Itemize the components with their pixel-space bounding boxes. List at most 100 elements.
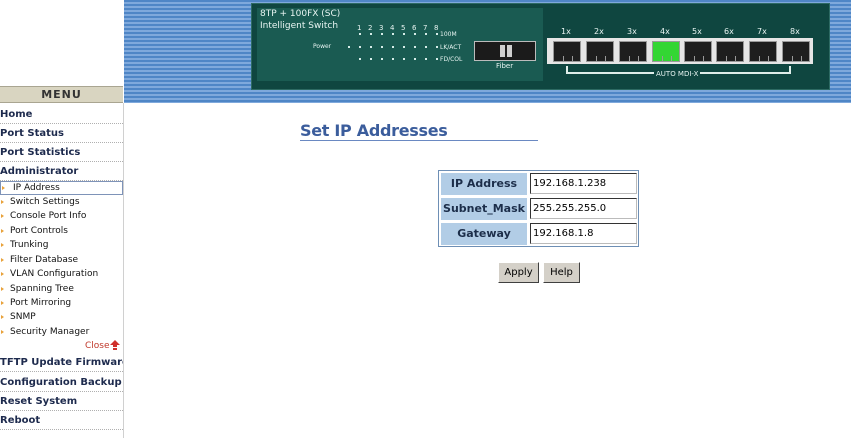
- bullet-icon: [1, 301, 4, 305]
- gateway-label: Gateway: [441, 223, 527, 245]
- status-led: [425, 46, 427, 48]
- ip-settings-form: IP Address Subnet_Mask Gateway: [438, 170, 639, 247]
- sidebar-subitem-label: Filter Database: [10, 255, 79, 265]
- sidebar-subitem-filter-database[interactable]: Filter Database: [0, 253, 123, 267]
- port-1[interactable]: [553, 41, 581, 62]
- led-number: 8: [434, 24, 439, 32]
- status-led: [392, 46, 394, 48]
- port-5[interactable]: [684, 41, 712, 62]
- sidebar-subitem-label: Switch Settings: [10, 197, 80, 207]
- help-button[interactable]: Help: [543, 262, 580, 283]
- sidebar-item-port-statistics[interactable]: Port Statistics: [0, 144, 123, 162]
- bullet-icon: [1, 272, 4, 276]
- sidebar-divider: [123, 103, 124, 438]
- port-label: 2x: [594, 27, 604, 36]
- status-led: [414, 46, 416, 48]
- status-led: [403, 46, 405, 48]
- sidebar-subitem-label: VLAN Configuration: [10, 269, 99, 279]
- status-led: [359, 33, 361, 35]
- device-model-title: 8TP + 100FX (SC): [260, 9, 341, 19]
- port-7[interactable]: [749, 41, 777, 62]
- led-number: 1: [357, 24, 362, 32]
- status-led: [381, 33, 383, 35]
- status-led: [436, 46, 438, 48]
- status-led: [425, 33, 427, 35]
- subnet-mask-input[interactable]: [530, 198, 637, 219]
- bullet-icon: [1, 243, 4, 247]
- sidebar-subitem-label: Console Port Info: [10, 211, 87, 221]
- sidebar-subitem-label: Spanning Tree: [10, 284, 74, 294]
- apply-button[interactable]: Apply: [498, 262, 539, 283]
- power-led: [348, 46, 350, 48]
- led-label-lkact: LK/ACT: [440, 44, 462, 51]
- close-submenu-link[interactable]: Close: [85, 341, 110, 351]
- bullet-icon: [1, 200, 4, 204]
- sidebar-item-reboot[interactable]: Reboot: [0, 412, 123, 430]
- port-6[interactable]: [716, 41, 744, 62]
- collapse-up-arrow-icon[interactable]: [110, 340, 120, 350]
- port-8[interactable]: [782, 41, 810, 62]
- sidebar-subitem-switch-settings[interactable]: Switch Settings: [0, 195, 123, 209]
- power-led-label: Power: [313, 43, 332, 50]
- sidebar-item-reset-system[interactable]: Reset System: [0, 393, 123, 411]
- sidebar-subitem-console-port-info[interactable]: Console Port Info: [0, 209, 123, 223]
- bullet-icon: [1, 258, 4, 262]
- sidebar-subitem-label: Security Manager: [10, 327, 90, 337]
- status-led: [392, 58, 394, 60]
- status-led: [359, 46, 361, 48]
- status-led: [370, 46, 372, 48]
- status-led: [436, 33, 438, 35]
- sidebar-item-configuration-backup[interactable]: Configuration Backup: [0, 374, 123, 392]
- status-led: [414, 33, 416, 35]
- subnet-mask-row: Subnet_Mask: [440, 197, 637, 221]
- port-label: 6x: [724, 27, 734, 36]
- status-led: [403, 33, 405, 35]
- status-led: [381, 58, 383, 60]
- sidebar-subitem-port-controls[interactable]: Port Controls: [0, 224, 123, 238]
- sidebar-item-home[interactable]: Home: [0, 106, 123, 124]
- subnet-mask-label: Subnet_Mask: [441, 198, 527, 220]
- sidebar-item-port-status[interactable]: Port Status: [0, 125, 123, 143]
- port-4-active[interactable]: [652, 41, 680, 62]
- sidebar-subitem-spanning-tree[interactable]: Spanning Tree: [0, 282, 123, 296]
- port-2[interactable]: [586, 41, 614, 62]
- status-led: [381, 46, 383, 48]
- bullet-icon: [1, 287, 4, 291]
- sidebar-subitem-label: SNMP: [10, 312, 36, 322]
- status-led: [370, 58, 372, 60]
- port-3[interactable]: [619, 41, 647, 62]
- ip-address-input[interactable]: [530, 173, 637, 194]
- sidebar-subitem-vlan-configuration[interactable]: VLAN Configuration: [0, 267, 123, 281]
- sidebar-subitem-security-manager[interactable]: Security Manager: [0, 325, 123, 339]
- bullet-icon: [1, 315, 4, 319]
- auto-mdix-label: AUTO MDI-X: [654, 70, 701, 78]
- sidebar-subitem-label: Port Mirroring: [10, 298, 72, 308]
- bullet-icon: [1, 229, 4, 233]
- status-led: [414, 58, 416, 60]
- ip-address-row: IP Address: [440, 172, 637, 196]
- port-label: 4x: [660, 27, 670, 36]
- sidebar-subitem-label: Port Controls: [10, 226, 68, 236]
- led-number: 2: [368, 24, 373, 32]
- port-label: 3x: [627, 27, 637, 36]
- sidebar-subitem-trunking[interactable]: Trunking: [0, 238, 123, 252]
- gateway-input[interactable]: [530, 223, 637, 244]
- status-led: [403, 58, 405, 60]
- led-label-fdcol: FD/COL: [440, 56, 463, 63]
- sidebar-subitem-ip-address[interactable]: IP Address: [0, 181, 123, 195]
- device-subtitle: Intelligent Switch: [260, 21, 339, 31]
- sidebar-subitem-label: Trunking: [10, 240, 49, 250]
- sidebar-menu: MENU Home Port Status Port Statistics Ad…: [0, 0, 124, 438]
- sidebar-item-tftp-update-firmware[interactable]: TFTP Update Firmware: [0, 354, 123, 372]
- sidebar-item-administrator[interactable]: Administrator: [0, 163, 123, 181]
- sidebar-subitem-port-mirroring[interactable]: Port Mirroring: [0, 296, 123, 310]
- port-label: 5x: [692, 27, 702, 36]
- bullet-icon: [2, 186, 5, 190]
- led-number: 7: [423, 24, 428, 32]
- led-number: 5: [401, 24, 406, 32]
- ip-address-label: IP Address: [441, 173, 527, 195]
- title-underline: [300, 140, 538, 141]
- sidebar-subitem-snmp[interactable]: SNMP: [0, 310, 123, 324]
- port-label: 7x: [757, 27, 767, 36]
- sidebar-subitem-label: IP Address: [13, 183, 60, 193]
